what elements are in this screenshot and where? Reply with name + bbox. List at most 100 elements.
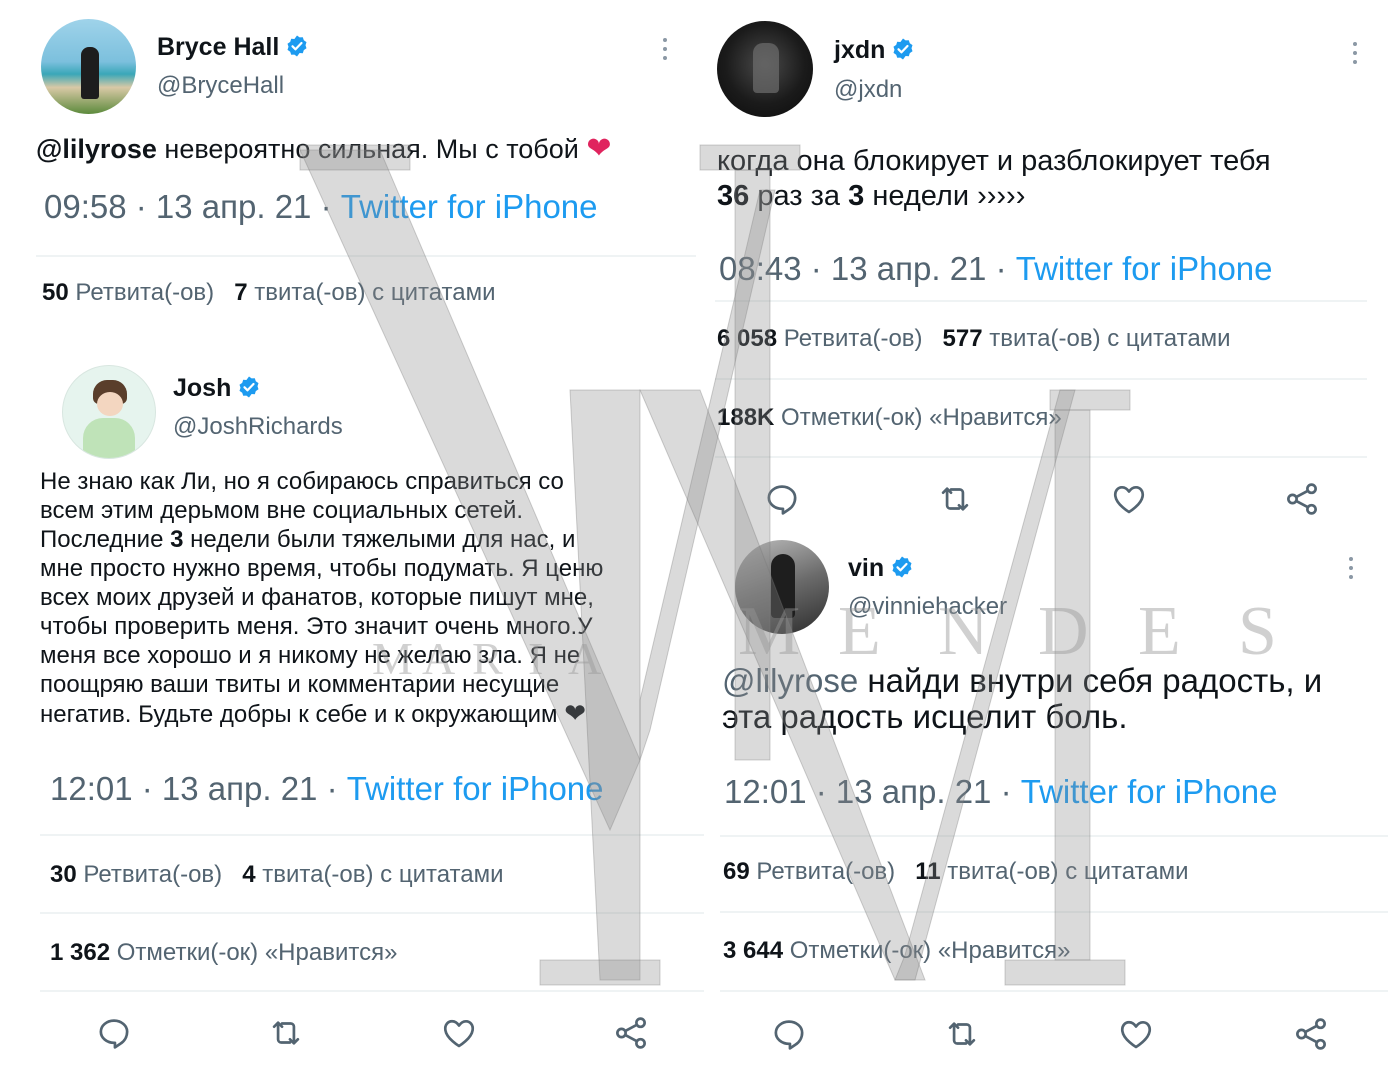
avatar-josh[interactable] [62,365,156,459]
likes-label[interactable]: Отметки(-ок) «Нравится» [790,937,1071,964]
retweets-count[interactable]: 50 [42,279,69,306]
retweets-label[interactable]: Ретвита(-ов) [83,861,222,888]
more-options-icon[interactable] [1348,557,1354,584]
mention-link[interactable]: @lilyrose [36,134,157,164]
verified-badge-icon [285,34,309,58]
tweet-jxdn: jxdn @jxdn когда она блокирует и разблок… [700,0,1392,535]
avatar-figure [771,554,795,618]
retweet-icon[interactable] [943,1015,981,1053]
divider [40,834,704,836]
author-name[interactable]: jxdn [834,36,885,64]
likes-label[interactable]: Отметки(-ок) «Нравится» [117,939,398,966]
tweet-meta: 08:43 · 13 апр. 21 · Twitter for iPhone [719,250,1273,288]
tweet-timestamp[interactable]: 12:01 · 13 апр. 21 · [724,773,1021,810]
quotes-count[interactable]: 7 [234,279,247,306]
avatar-vin[interactable] [735,540,829,634]
quotes-count[interactable]: 577 [943,325,983,352]
avatar-jxdn[interactable] [717,21,813,117]
tweet-line-end: недели ››››› [872,180,1026,212]
retweets-label[interactable]: Ретвита(-ов) [75,279,214,306]
tweet-bryce: Bryce Hall @BryceHall @lilyrose невероят… [0,0,700,330]
likes-label[interactable]: Отметки(-ок) «Нравится» [781,404,1062,431]
quotes-count[interactable]: 11 [915,858,940,885]
tweet-body: невероятно сильная. Мы с тобой [164,134,579,164]
author-handle[interactable]: @vinniehacker [848,593,1007,621]
author-name[interactable]: vin [848,554,884,582]
retweet-icon[interactable] [936,480,974,518]
retweets-count[interactable]: 69 [723,858,750,885]
tweet-text: @lilyrose найди внутри себя радость, и э… [722,663,1322,735]
author-handle[interactable]: @BryceHall [157,72,284,100]
quotes-label[interactable]: твита(-ов) с цитатами [947,858,1188,885]
retweets-label[interactable]: Ретвита(-ов) [756,858,895,885]
tweet-source-link[interactable]: Twitter for iPhone [347,770,604,807]
like-icon[interactable] [440,1014,478,1052]
tweet-bold-number: 3 [848,180,865,212]
tweet-actions [700,1015,1392,1059]
tweet-meta: 09:58 · 13 апр. 21 · Twitter for iPhone [44,188,598,226]
retweets-label[interactable]: Ретвита(-ов) [784,325,923,352]
quotes-label[interactable]: твита(-ов) с цитатами [262,861,503,888]
quotes-label[interactable]: твита(-ов) с цитатами [254,279,495,306]
tweet-bold-number: 3 [170,526,184,553]
tweet-line: Не знаю как Ли, но я собираюсь справитьс… [40,468,564,495]
reply-icon[interactable] [770,1015,808,1053]
red-heart-emoji: ❤ [586,132,612,165]
tweet-meta: 12:01 · 13 апр. 21 · Twitter for iPhone [50,770,604,808]
like-icon[interactable] [1110,480,1148,518]
reply-icon[interactable] [763,480,801,518]
author-name[interactable]: Josh [173,374,231,402]
likes-count[interactable]: 188K [717,404,774,431]
reply-icon[interactable] [95,1014,133,1052]
tweet-source-link[interactable]: Twitter for iPhone [1021,773,1278,810]
tweet-line: @lilyrose найди внутри себя радость, и [722,663,1322,699]
tweet-actions [0,1014,710,1058]
tweet-text: @lilyrose невероятно сильная. Мы с тобой… [36,131,612,166]
divider [40,912,704,914]
tweet-actions [700,480,1392,524]
like-icon[interactable] [1117,1015,1155,1053]
more-options-icon[interactable] [662,38,668,65]
likes-count[interactable]: 3 644 [723,937,783,964]
share-icon[interactable] [1292,1015,1330,1053]
divider [720,990,1388,992]
tweet-source-link[interactable]: Twitter for iPhone [1016,250,1273,287]
share-icon[interactable] [612,1014,650,1052]
tweet-text: Не знаю как Ли, но я собираюсь справитьс… [40,467,603,729]
more-options-icon[interactable] [1352,42,1358,69]
tweet-line: негатив. Будьте добры к себе и к окружаю… [40,699,603,729]
tweet-timestamp[interactable]: 08:43 · 13 апр. 21 · [719,250,1016,287]
likes-count[interactable]: 1 362 [50,939,110,966]
tweet-source-link[interactable]: Twitter for iPhone [341,188,598,225]
author-handle[interactable]: @jxdn [834,76,902,104]
mention-link[interactable]: @lilyrose [722,662,858,699]
retweets-count[interactable]: 6 058 [717,325,777,352]
divider [720,911,1388,913]
tweet-line: чтобы проверить меня. Это значит очень м… [40,613,593,640]
share-icon[interactable] [1283,480,1321,518]
tweet-line-last: негатив. Будьте добры к себе и к окружаю… [40,701,558,728]
divider [715,300,1367,302]
tweet-line-mid: раз за [757,180,841,212]
tweet-likes: 1 362 Отметки(-ок) «Нравится» [50,939,397,967]
author-name[interactable]: Bryce Hall [157,33,279,61]
quotes-count[interactable]: 4 [242,861,255,888]
avatar-shirt [83,418,135,458]
tweet-timestamp[interactable]: 12:01 · 13 апр. 21 · [50,770,347,807]
avatar-face [97,392,123,416]
tweet-line: Последние 3 недели были тяжелыми для нас… [40,525,603,554]
retweets-count[interactable]: 30 [50,861,77,888]
verified-badge-icon [237,375,261,399]
avatar-figure [81,47,99,99]
tweet-meta: 12:01 · 13 апр. 21 · Twitter for iPhone [724,773,1278,811]
tweet-timestamp[interactable]: 09:58 · 13 апр. 21 · [44,188,341,225]
tweet-text: когда она блокирует и разблокирует тебя … [717,144,1271,214]
tweet-line: всем этим дерьмом вне социальных сетей. [40,497,524,524]
tweet-line: эта радость исцелит боль. [722,698,1128,735]
tweet-line-rest: недели были тяжелыми для нас, и [190,526,576,553]
tweet-line: когда она блокирует и разблокирует тебя [717,145,1271,177]
retweet-icon[interactable] [267,1014,305,1052]
author-handle[interactable]: @JoshRichards [173,413,343,441]
avatar-bryce[interactable] [41,19,136,114]
quotes-label[interactable]: твита(-ов) с цитатами [989,325,1230,352]
